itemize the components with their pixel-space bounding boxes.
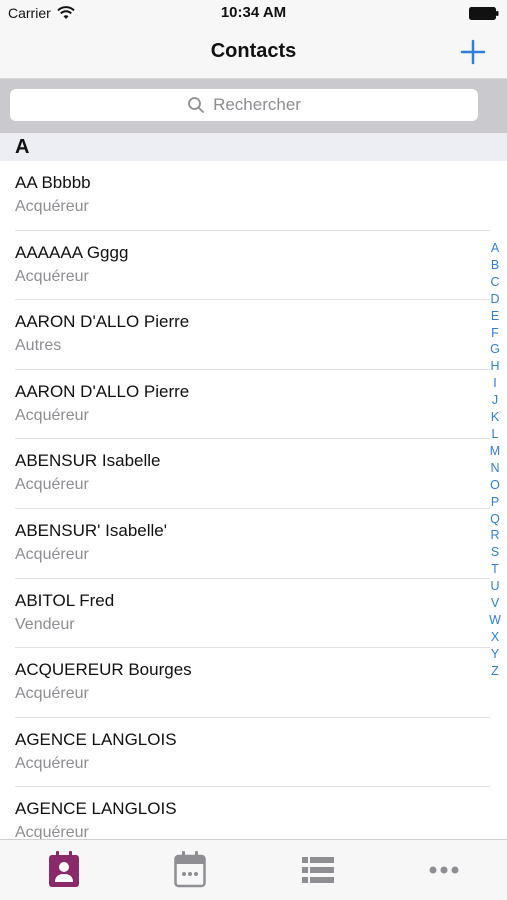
index-letter[interactable]: I (493, 375, 496, 392)
index-letter[interactable]: Q (490, 511, 500, 528)
contact-role: Acquéreur (15, 754, 89, 772)
index-letter[interactable]: B (491, 257, 499, 274)
contact-name: ABENSUR Isabelle (15, 451, 161, 471)
contact-row[interactable]: AARON D'ALLO Pierre Acquéreur (0, 370, 490, 440)
nav-bar: Contacts (0, 28, 507, 79)
contact-role: Acquéreur (15, 198, 89, 215)
search-placeholder: Rechercher (213, 95, 301, 114)
page-title: Contacts (210, 40, 297, 62)
contact-row[interactable]: ABITOL Fred Vendeur (0, 579, 490, 649)
tab-bar (0, 839, 507, 900)
index-letter[interactable]: D (490, 291, 499, 308)
more-icon (429, 866, 459, 874)
index-letter[interactable]: M (490, 443, 500, 460)
contact-role: Acquéreur (15, 545, 89, 563)
search-area: Rechercher (0, 79, 507, 133)
contact-name: AGENCE LANGLOIS (15, 799, 177, 819)
contact-role: Acquéreur (15, 685, 89, 703)
index-letter[interactable]: N (490, 460, 499, 477)
contact-role: Acquéreur (15, 476, 89, 494)
contact-row[interactable]: AARON D'ALLO Pierre Autres (0, 300, 490, 370)
section-letter: A (15, 136, 30, 158)
search-input[interactable]: Rechercher (10, 89, 478, 121)
add-contact-button[interactable] (459, 38, 487, 66)
contact-name: AA Bbbbb (15, 173, 91, 192)
contact-name: AGENCE LANGLOIS (15, 729, 177, 749)
index-letter[interactable]: G (490, 341, 500, 358)
index-letter[interactable]: T (491, 561, 499, 578)
contact-row[interactable]: AA Bbbbb Acquéreur (0, 161, 490, 231)
contact-role: Vendeur (15, 615, 75, 633)
contact-name: ABITOL Fred (15, 590, 115, 610)
index-letter[interactable]: O (490, 477, 500, 494)
index-letter[interactable]: L (492, 426, 499, 443)
contact-row[interactable]: ABENSUR Isabelle Acquéreur (0, 439, 490, 509)
contact-name: AARON D'ALLO Pierre (15, 312, 190, 332)
search-icon (188, 97, 204, 113)
alphabet-index[interactable]: A B C D E F G H I J K L M N O P Q R S T … (487, 240, 503, 680)
index-letter[interactable]: Z (491, 663, 499, 680)
index-letter[interactable]: E (491, 308, 499, 325)
contact-role: Acquéreur (15, 406, 89, 424)
contact-name: AARON D'ALLO Pierre (15, 381, 190, 401)
index-letter[interactable]: Y (491, 646, 499, 663)
contact-role: Autres (15, 337, 62, 355)
index-letter[interactable]: U (490, 578, 499, 595)
contact-row[interactable]: AGENCE LANGLOIS Acquéreur (0, 718, 490, 788)
contact-name: ACQUEREUR Bourges (15, 660, 192, 680)
contact-list: AA Bbbbb Acquéreur AAAAAA Gggg Acquéreur… (0, 161, 490, 857)
index-letter[interactable]: P (491, 494, 499, 511)
contact-name: AAAAAA Gggg (15, 242, 129, 262)
tab-contacts[interactable] (44, 850, 84, 890)
tab-calendar[interactable] (170, 850, 210, 890)
tab-list[interactable] (298, 850, 338, 890)
contact-row[interactable]: ABENSUR' Isabelle' Acquéreur (0, 509, 490, 579)
status-bar: Carrier 10:34 AM (0, 0, 507, 28)
contact-name: ABENSUR' Isabelle' (15, 520, 167, 540)
index-letter[interactable]: H (490, 358, 499, 375)
calendar-icon (174, 851, 206, 888)
list-icon (302, 857, 334, 883)
section-header: A (0, 133, 507, 161)
contact-row[interactable]: AAAAAA Gggg Acquéreur (0, 231, 490, 301)
index-letter[interactable]: S (491, 544, 499, 561)
index-letter[interactable]: J (492, 392, 498, 409)
contacts-icon (49, 851, 79, 887)
contact-row[interactable]: ACQUEREUR Bourges Acquéreur (0, 648, 490, 718)
index-letter[interactable]: K (491, 409, 499, 426)
index-letter[interactable]: X (491, 629, 499, 646)
contact-role: Acquéreur (15, 267, 89, 285)
index-letter[interactable]: F (491, 325, 499, 342)
index-letter[interactable]: A (491, 240, 499, 257)
index-letter[interactable]: V (491, 595, 499, 612)
status-time: 10:34 AM (220, 4, 287, 21)
index-letter[interactable]: C (490, 274, 499, 291)
index-letter[interactable]: W (489, 612, 501, 629)
battery-icon (469, 7, 499, 20)
index-letter[interactable]: R (490, 527, 499, 544)
tab-more[interactable] (424, 850, 464, 890)
